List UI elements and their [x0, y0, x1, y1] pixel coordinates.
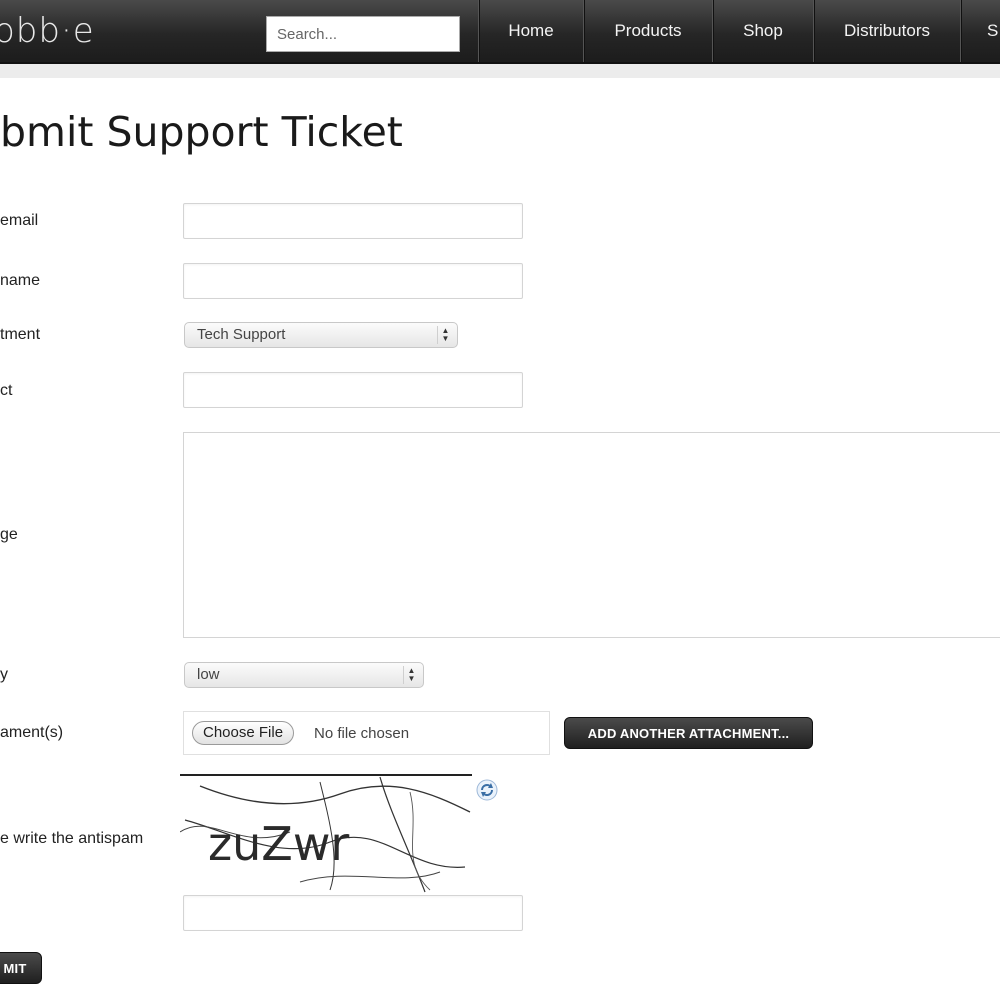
- add-attachment-button[interactable]: ADD ANOTHER ATTACHMENT...: [564, 717, 813, 749]
- priority-label: y: [0, 666, 8, 683]
- search-input[interactable]: [266, 16, 460, 52]
- nav-home[interactable]: Home: [478, 0, 583, 62]
- submit-button[interactable]: MIT: [0, 952, 42, 984]
- antispam-label: e write the antispam: [0, 830, 144, 847]
- select-arrows-icon: ▲ ▼: [437, 326, 453, 344]
- name-field[interactable]: [183, 263, 523, 299]
- captcha-text: zuZwr: [208, 817, 349, 871]
- page-title: bmit Support Ticket: [0, 108, 403, 156]
- site-logo[interactable]: obb·e: [0, 8, 95, 54]
- nav-distributors[interactable]: Distributors: [813, 0, 960, 62]
- priority-select[interactable]: low ▲ ▼: [184, 662, 424, 688]
- main-nav: Home Products Shop Distributors S: [478, 0, 1000, 62]
- nav-products[interactable]: Products: [583, 0, 712, 62]
- header-divider: [0, 64, 1000, 78]
- email-label: email: [0, 212, 39, 229]
- nav-shop[interactable]: Shop: [712, 0, 813, 62]
- captcha-image: zuZwr: [180, 774, 472, 893]
- message-label: ge: [0, 526, 18, 543]
- name-label: name: [0, 272, 41, 289]
- department-label: tment: [0, 326, 41, 343]
- file-upload: Choose File No file chosen: [183, 711, 550, 755]
- priority-selected-value: low: [197, 666, 220, 683]
- logo-text: obb·e: [0, 11, 95, 51]
- email-field[interactable]: [183, 203, 523, 239]
- subject-field[interactable]: [183, 372, 523, 408]
- top-navigation-bar: obb·e Home Products Shop Distributors S: [0, 0, 1000, 64]
- department-select[interactable]: Tech Support ▲ ▼: [184, 322, 458, 348]
- subject-label: ct: [0, 382, 13, 399]
- no-file-text: No file chosen: [314, 725, 410, 742]
- refresh-captcha-icon[interactable]: [476, 779, 498, 801]
- select-arrows-icon: ▲ ▼: [403, 666, 419, 684]
- antispam-input[interactable]: [183, 895, 523, 931]
- message-textarea[interactable]: [183, 432, 1000, 638]
- attachments-label: ament(s): [0, 724, 64, 741]
- choose-file-button[interactable]: Choose File: [192, 721, 295, 745]
- nav-support[interactable]: S: [960, 0, 1000, 62]
- department-selected-value: Tech Support: [197, 326, 286, 343]
